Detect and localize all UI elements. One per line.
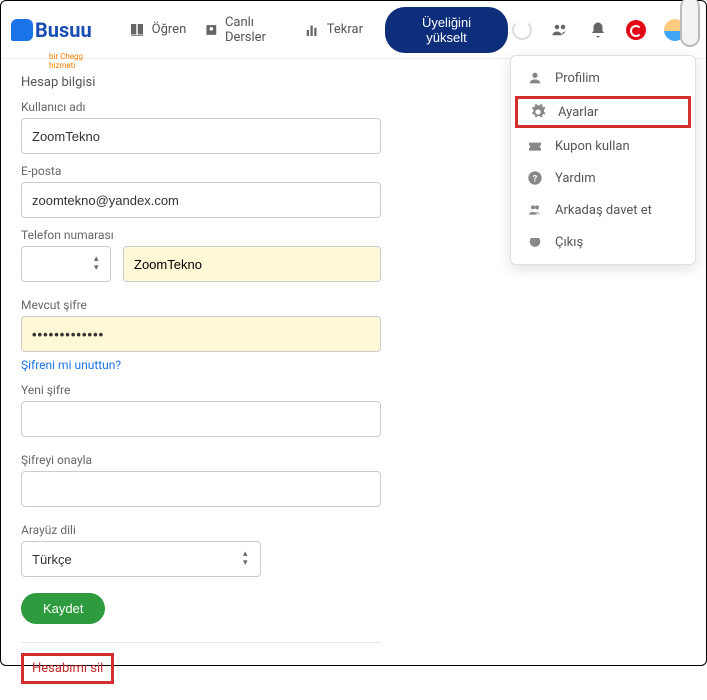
person-box-icon [204, 21, 219, 39]
stepper-icon: ▴▾ [94, 251, 106, 277]
stepper-icon: ▴▾ [243, 547, 255, 571]
phone-label: Telefon numarası [21, 228, 381, 242]
dropdown-invite-label: Arkadaş davet et [555, 203, 652, 218]
user-icon [527, 70, 543, 86]
settings-form: Hesap bilgisi Kullanıcı adı E-posta Tele… [1, 59, 401, 700]
dropdown-settings[interactable]: Ayarlar [515, 96, 691, 128]
logo-mark-icon [11, 19, 33, 41]
new-password-input[interactable] [21, 401, 381, 437]
confirm-pw-label: Şifreyi onayla [21, 453, 381, 467]
notifications-button[interactable] [588, 20, 608, 40]
dropdown-help-label: Yardım [555, 171, 596, 186]
bell-icon [589, 21, 607, 39]
header-right [512, 19, 696, 41]
logo[interactable]: Busuu bir Chegg hizmeti [11, 18, 92, 42]
loading-spinner-icon [512, 20, 532, 40]
dropdown-profile-label: Profilim [555, 71, 600, 86]
paperclip-decoration [680, 0, 700, 47]
bars-icon [303, 21, 321, 39]
dropdown-profile[interactable]: Profilim [511, 62, 695, 94]
confirm-password-input[interactable] [21, 471, 381, 507]
logo-text: Busuu [35, 18, 92, 42]
nav-review-label: Tekrar [327, 22, 363, 37]
ticket-icon [527, 138, 543, 154]
dropdown-settings-label: Ayarlar [558, 105, 598, 120]
nav-learn-label: Öğren [152, 22, 187, 37]
header: Busuu bir Chegg hizmeti Öğren Canlı Ders… [1, 1, 706, 59]
power-icon [527, 234, 543, 250]
dropdown-coupon[interactable]: Kupon kullan [511, 130, 695, 162]
delete-account-link[interactable]: Hesabımı sil [21, 653, 114, 684]
nav-live-label: Canlı Dersler [225, 15, 285, 45]
divider [21, 642, 381, 643]
save-button[interactable]: Kaydet [21, 593, 105, 624]
svg-text:?: ? [533, 173, 538, 184]
phone-name-input[interactable] [123, 246, 381, 282]
people-icon [551, 21, 569, 39]
dropdown-invite[interactable]: Arkadaş davet et [511, 194, 695, 226]
section-title: Hesap bilgisi [21, 75, 381, 90]
email-input[interactable] [21, 182, 381, 218]
current-pw-label: Mevcut şifre [21, 298, 381, 312]
user-dropdown: Profilim Ayarlar Kupon kullan ? Yardım A… [510, 55, 696, 265]
dropdown-logout-label: Çıkış [555, 235, 583, 250]
nav-review[interactable]: Tekrar [303, 21, 363, 39]
language-select-wrap: ▴▾ [21, 541, 261, 577]
current-password-input[interactable] [21, 316, 381, 352]
nav-live[interactable]: Canlı Dersler [204, 15, 285, 45]
community-button[interactable] [550, 20, 570, 40]
lang-label: Arayüz dili [21, 523, 381, 537]
nav-learn[interactable]: Öğren [128, 21, 187, 39]
phone-code-select[interactable]: ▴▾ [21, 246, 111, 282]
book-icon [128, 21, 146, 39]
username-input[interactable] [21, 118, 381, 154]
username-label: Kullanıcı adı [21, 100, 381, 114]
logo-subtitle: bir Chegg hizmeti [49, 52, 92, 70]
group-icon [527, 202, 543, 218]
gear-icon [530, 104, 546, 120]
phone-row: ▴▾ [21, 246, 381, 282]
dropdown-logout[interactable]: Çıkış [511, 226, 695, 258]
main-nav: Öğren Canlı Dersler Tekrar [128, 15, 363, 45]
upgrade-button[interactable]: Üyeliğini yükselt [385, 7, 508, 53]
email-label: E-posta [21, 164, 381, 178]
new-pw-label: Yeni şifre [21, 383, 381, 397]
language-flag-icon[interactable] [626, 20, 646, 40]
language-select[interactable] [21, 541, 261, 577]
forgot-password-link[interactable]: Şifreni mi unuttun? [21, 358, 121, 372]
dropdown-help[interactable]: ? Yardım [511, 162, 695, 194]
help-icon: ? [527, 170, 543, 186]
dropdown-coupon-label: Kupon kullan [555, 139, 630, 154]
